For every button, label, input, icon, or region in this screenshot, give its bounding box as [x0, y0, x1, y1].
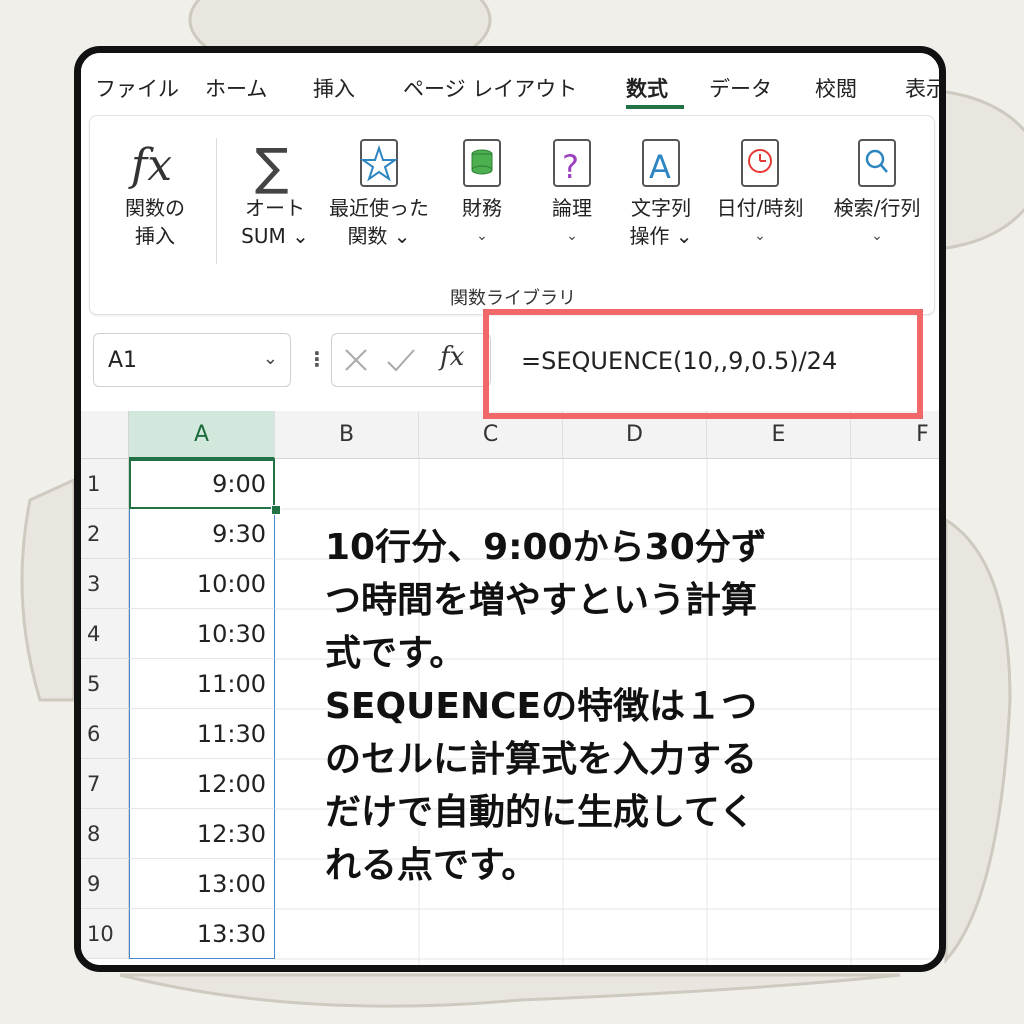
letter-a-book-icon: A — [642, 139, 680, 187]
row-header-4[interactable]: 4 — [81, 609, 129, 659]
explanation-text: 10行分、9:00から30分ず つ時間を増やすという計算 式です。 SEQUEN… — [325, 521, 925, 892]
recently-used-label-2: 関数 ⌄ — [347, 224, 411, 248]
star-book-icon — [359, 139, 399, 187]
insert-function-label-2: 挿入 — [135, 224, 175, 248]
financial-chevron: ⌄ — [476, 228, 488, 244]
date-time-button[interactable]: 日付/時刻 ⌄ — [708, 134, 812, 250]
row-header-5[interactable]: 5 — [81, 659, 129, 709]
select-all-corner[interactable] — [81, 411, 129, 459]
fill-handle[interactable] — [271, 505, 281, 515]
magnifier-book-icon — [858, 139, 896, 187]
cell-a4[interactable]: 10:30 — [129, 609, 275, 659]
lookup-label-1: 検索/行列 — [833, 196, 921, 220]
function-library-label: 関数ライブラリ — [450, 288, 576, 309]
explanation-line-5: のセルに計算式を入力する — [325, 739, 758, 780]
confirm-icon[interactable] — [387, 349, 415, 372]
logical-label-1: 論理 — [552, 196, 592, 220]
text-label-2: 操作 ⌄ — [629, 224, 693, 248]
explanation-line-7: れる点です。 — [325, 845, 538, 886]
column-header-b[interactable]: B — [275, 411, 419, 459]
cancel-icon[interactable] — [345, 349, 367, 371]
formula-highlight-box — [483, 309, 923, 419]
autosum-label-1: オート — [245, 196, 305, 220]
active-cell-border — [129, 459, 275, 509]
tab-formulas[interactable]: 数式 — [626, 73, 668, 103]
tab-file[interactable]: ファイル — [95, 73, 179, 103]
chevron-down-icon[interactable]: ⌄ — [263, 348, 278, 369]
tab-review[interactable]: 校閲 — [815, 73, 857, 103]
svg-text:A: A — [649, 148, 671, 186]
row-header-2[interactable]: 2 — [81, 509, 129, 559]
more-options-icon[interactable]: ⋮ — [307, 347, 327, 371]
coins-book-icon — [463, 139, 501, 187]
explanation-line-1: 10行分、9:00から30分ず — [325, 527, 767, 568]
insert-function-button[interactable]: fx 関数の 挿入 — [110, 134, 200, 250]
financial-label-1: 財務 — [462, 196, 502, 220]
tab-data[interactable]: データ — [709, 73, 772, 103]
explanation-line-6: だけで自動的に生成してく — [325, 792, 755, 833]
row-header-6[interactable]: 6 — [81, 709, 129, 759]
name-box[interactable]: A1 ⌄ — [93, 333, 291, 387]
text-button[interactable]: A 文字列 操作 ⌄ — [618, 134, 704, 250]
sigma-icon: ∑ — [255, 138, 289, 194]
cell-a9[interactable]: 13:00 — [129, 859, 275, 909]
explanation-line-3: 式です。 — [325, 633, 466, 674]
formula-buttons: fx — [331, 333, 491, 387]
row-header-9[interactable]: 9 — [81, 859, 129, 909]
autosum-button[interactable]: ∑ オート SUM ⌄ — [230, 134, 320, 250]
active-tab-indicator — [626, 105, 684, 109]
question-book-icon: ? — [553, 139, 591, 187]
svg-text:?: ? — [562, 148, 579, 186]
cell-a6[interactable]: 11:30 — [129, 709, 275, 759]
tab-insert[interactable]: 挿入 — [313, 73, 355, 103]
insert-function-icon[interactable]: fx — [440, 342, 464, 372]
lookup-button[interactable]: 検索/行列 ⌄ — [822, 134, 932, 250]
clock-book-icon — [741, 139, 779, 187]
cell-a7[interactable]: 12:00 — [129, 759, 275, 809]
row-header-10[interactable]: 10 — [81, 909, 129, 959]
screenshot-frame: ファイル ホーム 挿入 ページ レイアウト 数式 データ 校閲 表示 fx 関数… — [74, 46, 946, 972]
financial-button[interactable]: 財務 ⌄ — [442, 134, 522, 250]
fx-icon: fx — [128, 140, 172, 191]
tab-home[interactable]: ホーム — [205, 73, 267, 103]
autosum-label-2: SUM ⌄ — [241, 224, 309, 248]
logical-button[interactable]: ? 論理 ⌄ — [532, 134, 612, 250]
svg-text:∑: ∑ — [255, 138, 289, 194]
recently-used-label-1: 最近使った — [329, 196, 429, 220]
cell-a2[interactable]: 9:30 — [129, 509, 275, 559]
row-header-7[interactable]: 7 — [81, 759, 129, 809]
text-label-1: 文字列 — [631, 196, 691, 220]
ribbon-tabs: ファイル ホーム 挿入 ページ レイアウト 数式 データ 校閲 表示 — [81, 53, 939, 115]
column-header-a[interactable]: A — [129, 411, 275, 459]
svg-text:fx: fx — [128, 140, 172, 191]
insert-function-label-1: 関数の — [125, 196, 185, 220]
ribbon-panel: fx 関数の 挿入 ∑ オート SUM ⌄ 最近使った 関数 ⌄ 財務 ⌄ ? … — [89, 115, 935, 315]
row-header-8[interactable]: 8 — [81, 809, 129, 859]
cell-a8[interactable]: 12:30 — [129, 809, 275, 859]
logical-chevron: ⌄ — [566, 228, 578, 244]
ribbon-separator — [216, 138, 217, 264]
tab-page-layout[interactable]: ページ レイアウト — [403, 73, 577, 103]
lookup-chevron: ⌄ — [871, 228, 883, 244]
recently-used-button[interactable]: 最近使った 関数 ⌄ — [324, 134, 434, 250]
explanation-line-2: つ時間を増やすという計算 — [325, 580, 758, 621]
explanation-line-4: SEQUENCEの特徴は１つ — [325, 686, 758, 727]
cell-a3[interactable]: 10:00 — [129, 559, 275, 609]
date-time-chevron: ⌄ — [754, 228, 766, 244]
cell-a5[interactable]: 11:00 — [129, 659, 275, 709]
cancel-confirm-icons — [345, 349, 415, 372]
name-box-value: A1 — [108, 348, 138, 373]
row-header-3[interactable]: 3 — [81, 559, 129, 609]
date-time-label-1: 日付/時刻 — [716, 196, 804, 220]
row-header-1[interactable]: 1 — [81, 459, 129, 509]
cell-a10[interactable]: 13:30 — [129, 909, 275, 959]
tab-view[interactable]: 表示 — [905, 73, 939, 103]
